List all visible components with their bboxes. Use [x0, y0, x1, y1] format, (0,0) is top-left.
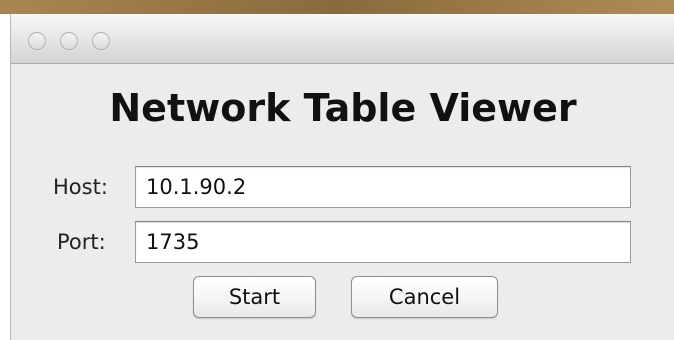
start-button[interactable]: Start	[193, 276, 316, 318]
close-dot-icon[interactable]	[28, 32, 46, 50]
desktop-background	[0, 0, 674, 14]
window-titlebar[interactable]	[11, 14, 674, 64]
port-input[interactable]	[135, 221, 631, 263]
page-title: Network Table Viewer	[109, 86, 577, 130]
port-label: Port:	[57, 230, 106, 254]
cancel-button[interactable]: Cancel	[351, 276, 498, 318]
zoom-dot-icon[interactable]	[92, 32, 110, 50]
host-label: Host:	[53, 175, 108, 199]
app-window: Network Table Viewer Host: Port: Start C…	[10, 14, 674, 340]
host-input[interactable]	[135, 166, 631, 208]
minimize-dot-icon[interactable]	[60, 32, 78, 50]
